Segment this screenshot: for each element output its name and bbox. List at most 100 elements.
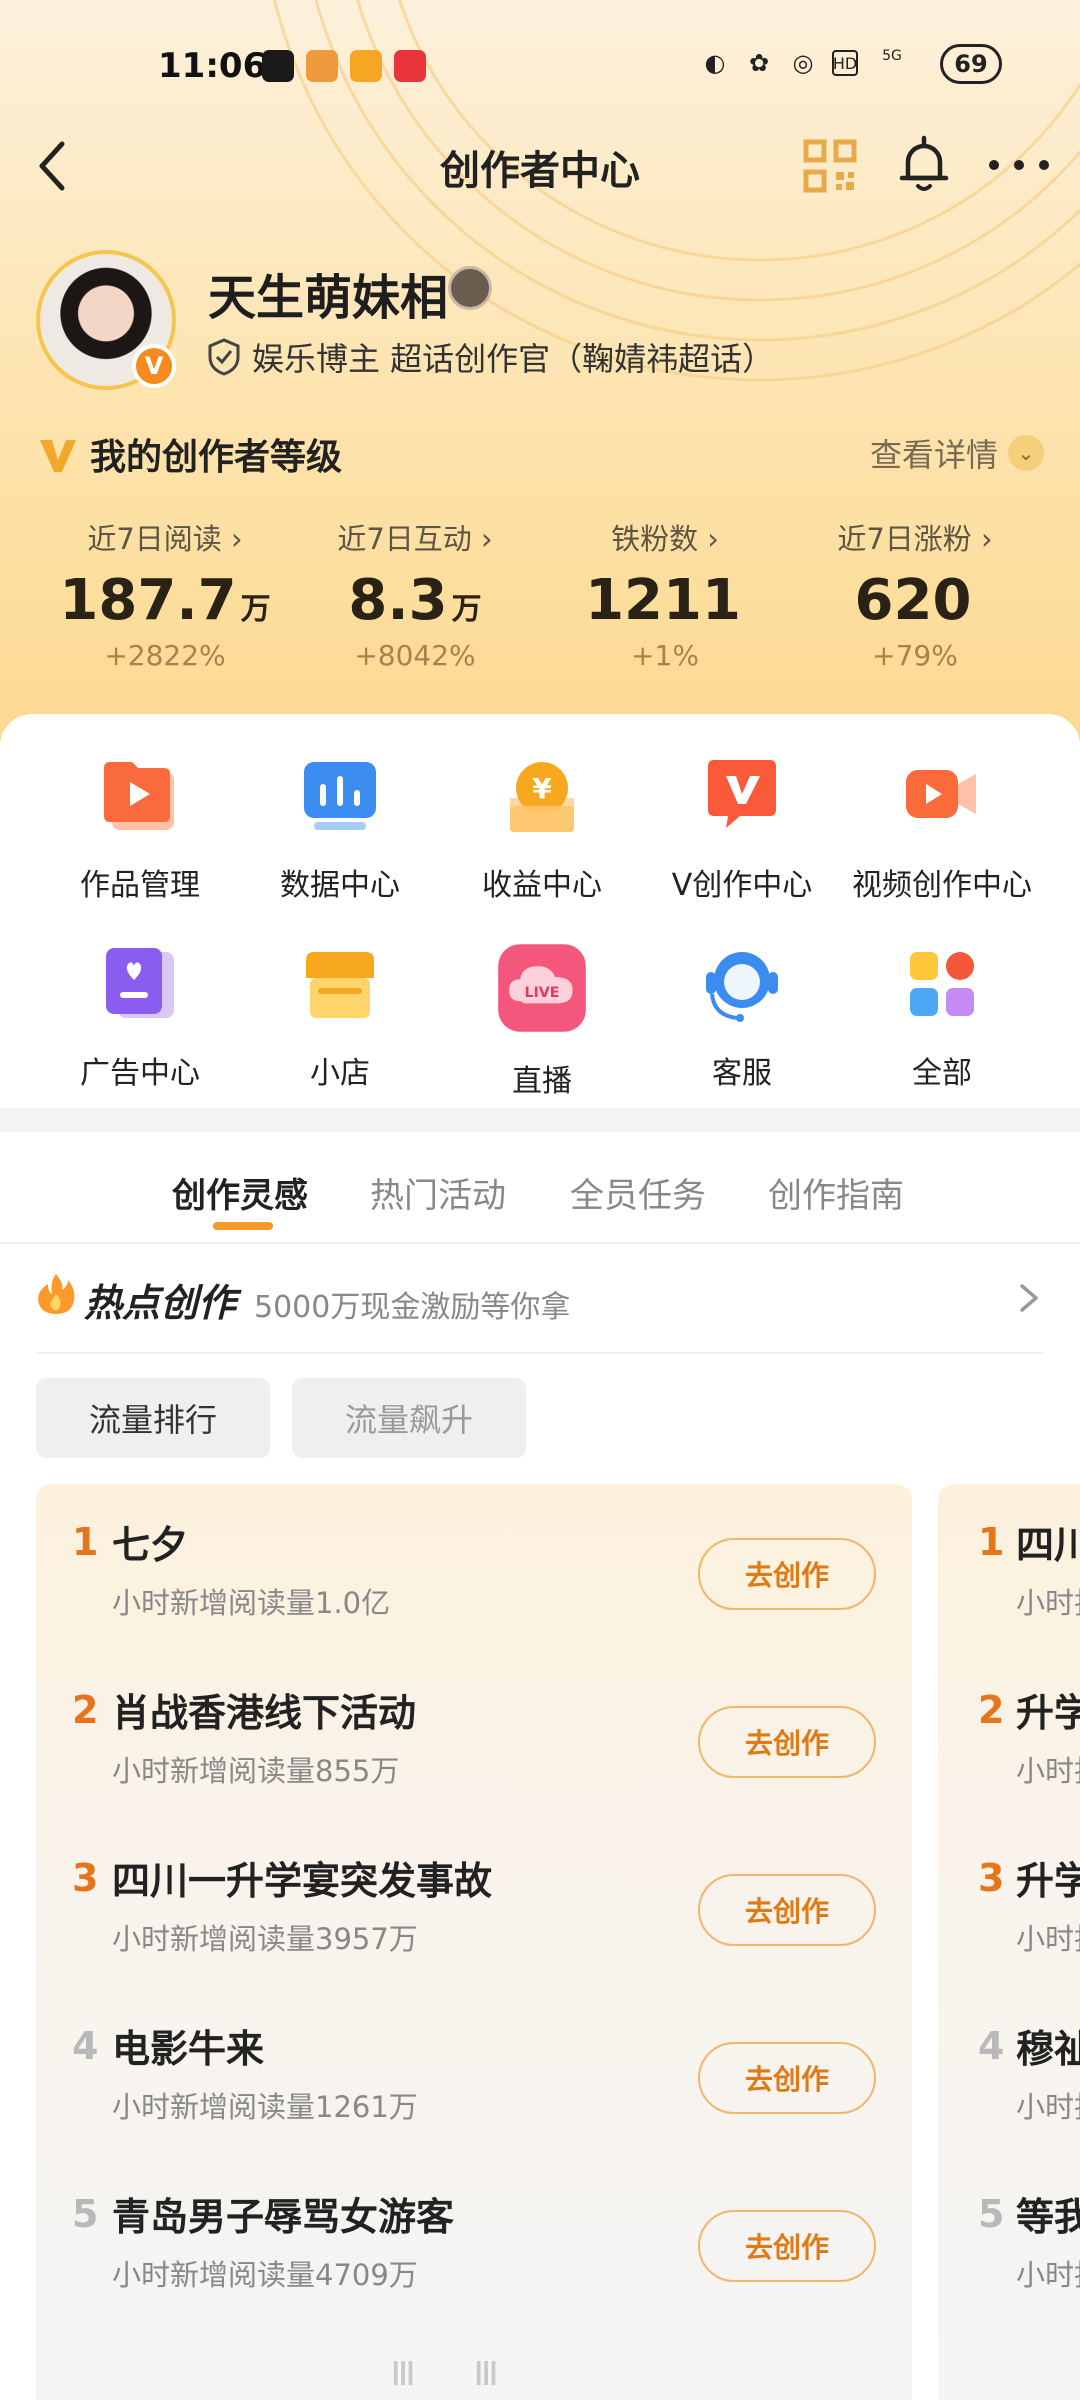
svg-text:¥: ¥ xyxy=(532,772,552,805)
data-center-icon xyxy=(304,762,376,830)
sprout-icon: ✿ xyxy=(748,49,770,77)
user-description: 娱乐博主 超话创作官（鞠婧祎超话） xyxy=(252,340,775,378)
rank-topic-title: 升学 xyxy=(1016,1691,1080,1735)
qr-code-button[interactable] xyxy=(802,138,858,194)
rank-number: 4 xyxy=(978,2024,1005,2068)
shop-icon xyxy=(306,952,374,1018)
customer-service-icon xyxy=(706,952,778,1022)
hot-creation-subtitle: 5000万现金激励等你拿 xyxy=(254,1290,571,1325)
stat-reads[interactable]: 近7日阅读 › 187.7 万 +2822% xyxy=(40,516,290,672)
rank-card-primary: 1 七夕 小时新增阅读量1.0亿 去创作 2 肖战香港线下活动 小时新增阅读量8… xyxy=(36,1484,912,2400)
rank-number: 5 xyxy=(72,2192,99,2236)
live-icon: LIVE xyxy=(498,944,586,1032)
tab-hot-activities[interactable]: 热门活动 xyxy=(370,1168,506,1217)
stat-value: 187.7 万 xyxy=(40,568,290,633)
network-type-label: 5G xyxy=(882,48,902,64)
stat-new-followers[interactable]: 近7日涨粉 › 620 +79% xyxy=(790,516,1040,672)
rank-number: 2 xyxy=(978,1688,1005,1732)
go-create-button[interactable]: 去创作 xyxy=(698,1874,876,1946)
list-item[interactable]: 3 四川一升学宴突发事故 小时新增阅读量3957万 去创作 xyxy=(36,1820,912,1988)
stat-change: +2822% xyxy=(104,639,226,672)
bell-icon xyxy=(899,135,949,191)
list-item[interactable]: 2 肖战香港线下活动 小时新增阅读量855万 去创作 xyxy=(36,1652,912,1820)
list-item[interactable]: 1 七夕 小时新增阅读量1.0亿 去创作 xyxy=(36,1484,912,1652)
status-icons: ◐ ✿ ◎ HD 5G xyxy=(700,48,912,78)
rank-topic-reads: 小时抖 xyxy=(1016,1586,1080,1620)
creator-level-row[interactable]: 我的创作者等级 xyxy=(36,428,342,480)
tab-all-tasks[interactable]: 全员任务 xyxy=(570,1168,706,1217)
earnings-icon: ¥ xyxy=(510,762,574,832)
tool-label: 客服 xyxy=(712,1056,772,1091)
more-dots-icon xyxy=(989,160,1049,170)
tool-all[interactable]: 全部 xyxy=(842,942,1042,1092)
hot-creation-header[interactable]: 热点创作 5000万现金激励等你拿 xyxy=(36,1268,1044,1354)
rank-topic-reads: 小时新增阅读量1.0亿 xyxy=(112,1586,391,1620)
rank-topic-reads: 小时新增阅读量4709万 xyxy=(112,2258,418,2292)
v-creation-icon xyxy=(708,760,776,828)
notification-button[interactable] xyxy=(896,134,952,194)
nfc-icon: ◐ xyxy=(704,49,726,77)
filter-traffic-rising[interactable]: 流量飙升 xyxy=(292,1378,526,1458)
tool-label: 小店 xyxy=(310,1056,370,1091)
view-details-link[interactable]: 查看详情 ⌄ xyxy=(870,430,1044,476)
stat-number: 8.3 xyxy=(348,568,448,633)
stat-iron-fans[interactable]: 铁粉数 › 1211 +1% xyxy=(540,516,790,672)
rank-number: 3 xyxy=(978,1856,1005,1900)
stat-number: 620 xyxy=(854,568,972,633)
tool-video-creation[interactable]: 视频创作中心 xyxy=(842,754,1042,904)
rank-number: 4 xyxy=(72,2024,99,2068)
list-item[interactable]: 4 电影牛来 小时新增阅读量1261万 去创作 xyxy=(36,1988,912,2156)
tool-live[interactable]: LIVE 直播 xyxy=(442,942,642,1100)
tool-ad-center[interactable]: 广告中心 xyxy=(40,942,240,1092)
stat-label: 近7日阅读 › xyxy=(87,522,243,556)
list-item[interactable]: 2 升学 小时抖 xyxy=(938,1652,1080,1820)
view-details-label: 查看详情 xyxy=(869,436,998,474)
scroll-indicator xyxy=(392,2358,512,2388)
rank-topic-title: 升学 xyxy=(1016,1859,1080,1903)
tab-creative-inspiration[interactable]: 创作灵感 xyxy=(172,1168,308,1217)
ad-center-icon xyxy=(106,948,174,1018)
list-item[interactable]: 5 青岛男子辱骂女游客 小时新增阅读量4709万 去创作 xyxy=(36,2156,912,2324)
list-item[interactable]: 4 穆祉 小时抖 xyxy=(938,1988,1080,2156)
rank-card-secondary[interactable]: 1 四川 小时抖 2 升学 小时抖 3 升学 小时抖 4 穆祉 小时抖 5 等我… xyxy=(938,1484,1080,2400)
more-button[interactable] xyxy=(984,140,1054,190)
status-bar: 11:06 ◐ ✿ ◎ HD 5G 69 xyxy=(0,40,1080,96)
stats-row: 近7日阅读 › 187.7 万 +2822% 近7日互动 › 8.3 万 +8042… xyxy=(0,516,1080,672)
tools-card: 作品管理 数据中心 ¥ 收益中心 V创作中心 视频创作中心 广告中心 小店 LI… xyxy=(0,714,1080,1108)
tool-data-center[interactable]: 数据中心 xyxy=(240,754,440,904)
go-create-button[interactable]: 去创作 xyxy=(698,2042,876,2114)
stat-interactions[interactable]: 近7日互动 › 8.3 万 +8042% xyxy=(290,516,540,672)
active-tab-indicator xyxy=(213,1222,273,1230)
tool-label: 视频创作中心 xyxy=(852,868,1032,903)
tool-customer-service[interactable]: 客服 xyxy=(642,942,842,1092)
user-level-badge-icon[interactable] xyxy=(448,266,492,310)
verified-badge: V xyxy=(132,344,176,388)
list-item[interactable]: 5 等我 小时抖 xyxy=(938,2156,1080,2324)
works-management-icon xyxy=(104,762,174,830)
tool-v-creation[interactable]: V创作中心 xyxy=(642,754,842,904)
stat-value: 1211 xyxy=(540,568,790,633)
tool-earnings[interactable]: ¥ 收益中心 xyxy=(442,754,642,904)
list-item[interactable]: 3 升学 小时抖 xyxy=(938,1820,1080,1988)
go-create-button[interactable]: 去创作 xyxy=(698,1538,876,1610)
rank-topic-reads: 小时抖 xyxy=(1016,1754,1080,1788)
rank-topic-reads: 小时新增阅读量855万 xyxy=(112,1754,400,1788)
scroll-mark-icon xyxy=(393,2360,413,2386)
rank-topic-title: 等我 xyxy=(1016,2195,1080,2239)
tool-works-management[interactable]: 作品管理 xyxy=(40,754,240,904)
filter-traffic-rank[interactable]: 流量排行 xyxy=(36,1378,270,1458)
tool-label: 数据中心 xyxy=(280,868,400,903)
tool-shop[interactable]: 小店 xyxy=(240,942,440,1092)
go-create-button[interactable]: 去创作 xyxy=(698,2210,876,2282)
rank-number: 3 xyxy=(72,1856,99,1900)
rank-topic-title: 七夕 xyxy=(112,1523,189,1567)
tab-creation-guide[interactable]: 创作指南 xyxy=(768,1168,904,1217)
section-divider xyxy=(0,1108,1080,1132)
rank-number: 5 xyxy=(978,2192,1005,2236)
list-item[interactable]: 1 四川 小时抖 xyxy=(938,1484,1080,1652)
stat-change: +8042% xyxy=(354,639,476,672)
rank-number: 1 xyxy=(72,1520,99,1564)
go-create-button[interactable]: 去创作 xyxy=(698,1706,876,1778)
user-description-row: 娱乐博主 超话创作官（鞠婧祎超话） xyxy=(206,334,774,380)
qr-code-icon xyxy=(803,139,857,193)
